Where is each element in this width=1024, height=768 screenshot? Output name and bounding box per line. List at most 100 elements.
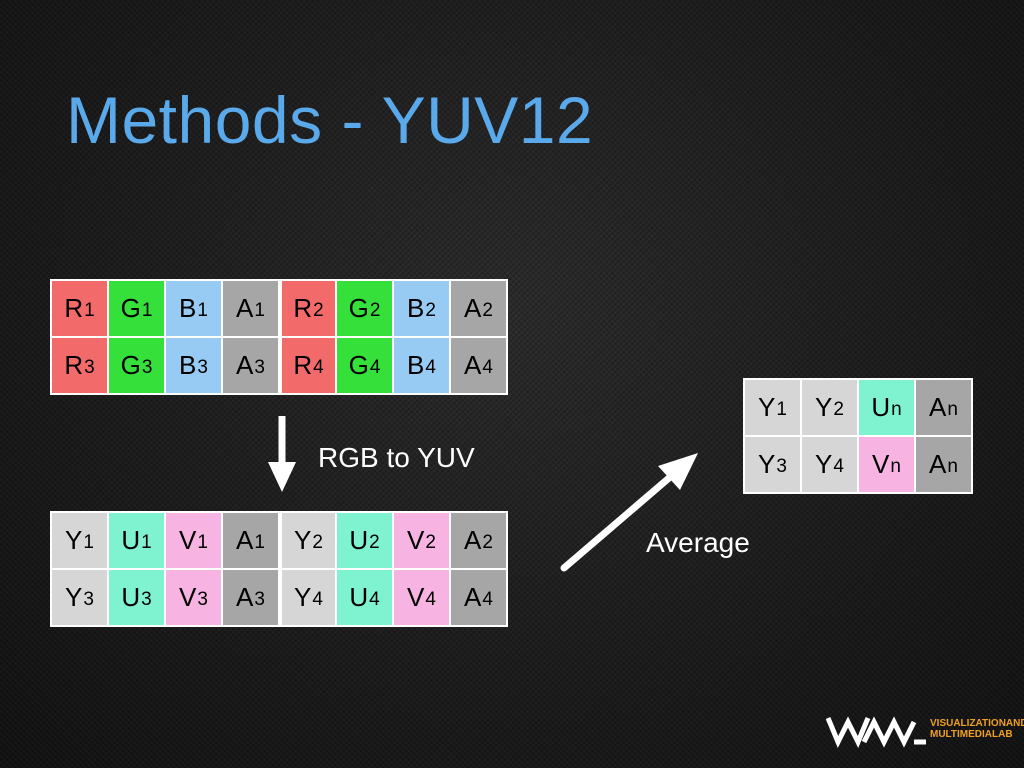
channel-letter: G (120, 350, 141, 380)
grid-cell-y3: Y3 (52, 570, 107, 625)
channel-index: 4 (833, 455, 844, 477)
grid-cell-u1: U1 (109, 513, 164, 568)
channel-letter: B (407, 350, 425, 380)
channel-index: 3 (83, 588, 94, 610)
grid-cell-u3: U3 (109, 570, 164, 625)
channel-index: 2 (833, 398, 844, 420)
grid-cell-y1: Y1 (745, 380, 800, 435)
grid-cell-vn: Vn (859, 437, 914, 492)
channel-letter: V (407, 582, 425, 612)
channel-index: 3 (197, 588, 208, 610)
grid-cell-a4: A4 (451, 338, 506, 393)
grid-cell-v4: V4 (394, 570, 449, 625)
channel-letter: B (179, 293, 197, 323)
grid-cell-u2: U2 (337, 513, 392, 568)
channel-index: 1 (83, 531, 94, 553)
channel-letter: Y (294, 525, 312, 555)
channel-index: 1 (141, 531, 152, 553)
channel-letter: A (929, 392, 947, 422)
channel-letter: A (236, 525, 254, 555)
channel-index: 4 (482, 588, 493, 610)
channel-letter: V (872, 449, 890, 479)
channel-letter: Y (758, 392, 776, 422)
channel-index: 3 (141, 588, 152, 610)
channel-letter: V (407, 525, 425, 555)
channel-index: n (890, 455, 901, 477)
grid-cell-g4: G4 (337, 338, 392, 393)
channel-letter: A (236, 582, 254, 612)
lab-name-text: VISUALIZATIONAND MULTIMEDIALAB (930, 718, 1024, 740)
slide-title: Methods - YUV12 (66, 83, 594, 157)
channel-index: 3 (776, 455, 787, 477)
average-label: Average (646, 527, 750, 558)
channel-letter: G (120, 293, 141, 323)
grid-cell-an: An (916, 437, 971, 492)
channel-index: 1 (197, 299, 208, 321)
channel-index: 1 (141, 299, 153, 321)
channel-index: 1 (197, 531, 208, 553)
channel-letter: V (179, 582, 197, 612)
channel-letter: U (871, 392, 891, 422)
grid-cell-a1: A1 (223, 281, 278, 336)
lab-name-line1: VISUALIZATIONAND (930, 718, 1024, 729)
channel-index: 2 (369, 531, 380, 553)
channel-letter: A (236, 293, 254, 323)
down-arrow-icon (268, 416, 296, 492)
grid-cell-an: An (916, 380, 971, 435)
channel-index: 4 (425, 588, 436, 610)
grid-cell-y4: Y4 (802, 437, 857, 492)
channel-index: 3 (141, 356, 153, 378)
channel-index: 3 (254, 588, 265, 610)
grid-cell-a4: A4 (451, 570, 506, 625)
channel-letter: R (293, 350, 313, 380)
grid-cell-u4: U4 (337, 570, 392, 625)
rgb-to-yuv-label: RGB to YUV (318, 442, 475, 473)
channel-letter: Y (758, 449, 776, 479)
grid-cell-b4: B4 (394, 338, 449, 393)
yuv12-pixel-grid: Y1Y2UnAnY3Y4VnAn (743, 378, 973, 494)
channel-index: 2 (482, 531, 493, 553)
channel-letter: R (293, 293, 313, 323)
channel-index: 4 (369, 588, 380, 610)
channel-letter: A (236, 350, 254, 380)
grid-cell-r2: R2 (280, 281, 335, 336)
grid-cell-b3: B3 (166, 338, 221, 393)
channel-letter: Y (65, 582, 83, 612)
grid-cell-r3: R3 (52, 338, 107, 393)
channel-letter: U (121, 582, 141, 612)
channel-letter: U (121, 525, 141, 555)
channel-index: 2 (369, 299, 381, 321)
grid-cell-v1: V1 (166, 513, 221, 568)
grid-cell-g1: G1 (109, 281, 164, 336)
channel-letter: Y (815, 392, 833, 422)
grid-cell-b1: B1 (166, 281, 221, 336)
rgba-pixel-grid: R1G1B1A1R2G2B2A2R3G3B3A3R4G4B4A4 (50, 279, 508, 395)
grid-cell-y2: Y2 (280, 513, 335, 568)
channel-letter: A (464, 293, 482, 323)
channel-letter: Y (815, 449, 833, 479)
channel-index: 3 (84, 356, 95, 378)
channel-index: 4 (482, 356, 493, 378)
grid-cell-y4: Y4 (280, 570, 335, 625)
channel-index: 1 (776, 398, 787, 420)
channel-letter: A (464, 582, 482, 612)
channel-index: n (947, 455, 958, 477)
channel-index: 3 (197, 356, 208, 378)
channel-index: 2 (482, 299, 493, 321)
grid-cell-v3: V3 (166, 570, 221, 625)
channel-index: 2 (312, 531, 323, 553)
channel-letter: G (348, 293, 369, 323)
grid-cell-a3: A3 (223, 338, 278, 393)
channel-letter: B (179, 350, 197, 380)
channel-index: 4 (313, 356, 324, 378)
channel-index: 1 (84, 299, 95, 321)
channel-index: n (947, 398, 958, 420)
channel-letter: U (349, 525, 369, 555)
grid-cell-y3: Y3 (745, 437, 800, 492)
channel-letter: G (348, 350, 369, 380)
grid-cell-a2: A2 (451, 513, 506, 568)
grid-cell-a3: A3 (223, 570, 278, 625)
channel-index: 2 (425, 531, 436, 553)
grid-cell-r4: R4 (280, 338, 335, 393)
grid-cell-b2: B2 (394, 281, 449, 336)
